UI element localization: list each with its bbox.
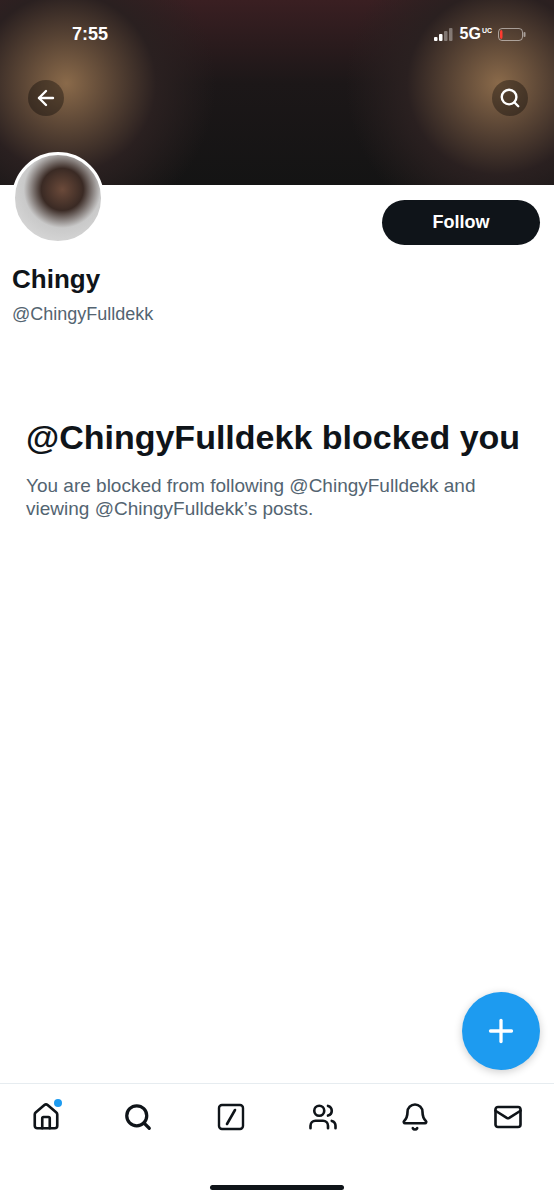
network-label: 5GUC bbox=[460, 25, 492, 43]
blocked-notice: @ChingyFulldekk blocked you You are block… bbox=[0, 326, 554, 520]
profile-name: Chingy bbox=[12, 263, 540, 295]
back-arrow-icon bbox=[34, 86, 58, 110]
communities-icon bbox=[308, 1102, 338, 1132]
nav-item[interactable] bbox=[0, 1102, 92, 1132]
nav-item[interactable] bbox=[462, 1102, 554, 1132]
profile-handle: @ChingyFulldekk bbox=[12, 302, 540, 326]
profile-header: Follow bbox=[0, 185, 554, 245]
plus-icon bbox=[483, 1013, 519, 1049]
bell-icon bbox=[400, 1102, 430, 1132]
banner-actions bbox=[0, 80, 554, 116]
search-icon bbox=[499, 87, 521, 109]
status-time: 7:55 bbox=[72, 24, 108, 45]
follow-button[interactable]: Follow bbox=[382, 200, 540, 245]
fab-row bbox=[0, 992, 554, 1083]
blocked-message: You are blocked from following @ChingyFu… bbox=[26, 474, 540, 520]
signal-icon bbox=[434, 28, 454, 41]
profile-banner: 7:55 5GUC bbox=[0, 0, 554, 185]
home-indicator bbox=[210, 1185, 344, 1190]
compose-button[interactable] bbox=[462, 992, 540, 1070]
battery-icon bbox=[498, 28, 526, 41]
blocked-title: @ChingyFulldekk blocked you bbox=[26, 414, 526, 460]
mail-icon bbox=[493, 1102, 523, 1132]
nav-badge bbox=[54, 1099, 62, 1107]
nav-item[interactable] bbox=[92, 1102, 184, 1132]
nav-row bbox=[0, 1102, 554, 1132]
grok-icon bbox=[216, 1102, 246, 1132]
nav-item[interactable] bbox=[185, 1102, 277, 1132]
nav-item[interactable] bbox=[277, 1102, 369, 1132]
profile-avatar[interactable] bbox=[12, 152, 104, 244]
search-icon bbox=[123, 1102, 153, 1132]
back-button[interactable] bbox=[28, 80, 64, 116]
nav-item[interactable] bbox=[369, 1102, 461, 1132]
profile-page: 7:555GUCFollowChingy@ChingyFulldekk@Chin… bbox=[0, 0, 554, 1200]
profile-names: Chingy @ChingyFulldekk bbox=[0, 245, 554, 326]
bottom-nav bbox=[0, 1083, 554, 1200]
status-bar: 7:55 5GUC bbox=[0, 0, 554, 80]
status-indicators: 5GUC bbox=[434, 25, 526, 43]
search-button[interactable] bbox=[492, 80, 528, 116]
network-suffix: UC bbox=[482, 27, 492, 34]
